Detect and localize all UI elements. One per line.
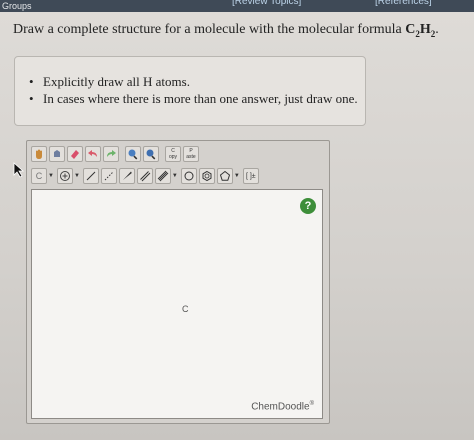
single-bond-icon	[86, 171, 96, 181]
element-dropdown-caret-icon[interactable]: ▼	[48, 173, 54, 179]
eraser-icon	[71, 150, 79, 159]
dashed-bond-icon	[104, 171, 114, 181]
toolbar-row-2: C ▼ ▼ ▼ ▼ []±	[31, 167, 261, 185]
top-navigation-bar: Groups [Review Topics] [References]	[0, 0, 474, 12]
mouse-pointer-icon	[13, 162, 25, 178]
wedge-bond-icon	[122, 171, 132, 180]
triple-bond-tool[interactable]	[154, 168, 171, 184]
review-topics-link[interactable]: [Review Topics]	[232, 0, 301, 8]
undo-icon	[88, 150, 97, 157]
wedge-bond-tool[interactable]	[118, 168, 135, 184]
dashed-bond-tool[interactable]	[100, 168, 117, 184]
lasso-icon	[54, 150, 60, 157]
drawing-canvas[interactable]: ? C ChemDoodle®	[31, 189, 323, 419]
help-icon[interactable]: ?	[300, 198, 316, 214]
instruction-item: • In cases where there is more than one a…	[29, 91, 358, 106]
benzene-icon	[202, 170, 212, 182]
charge-tool[interactable]	[56, 168, 73, 184]
zoom-out-button[interactable]	[143, 146, 159, 162]
paste-button[interactable]: P aste	[183, 146, 199, 162]
element-select[interactable]: C	[31, 168, 47, 184]
clean-button[interactable]: C opy	[165, 146, 181, 162]
chemdoodle-editor: C opy P aste C ▼ ▼ ▼ ▼ []± ? C ChemDood…	[26, 140, 330, 424]
question-prompt: Draw a complete structure for a molecule…	[13, 22, 439, 39]
benzene-ring-tool[interactable]	[198, 168, 215, 184]
instructions-box: • Explicitly draw all H atoms. • In cases …	[14, 56, 366, 126]
ring-dropdown-caret-icon[interactable]: ▼	[234, 173, 240, 179]
double-bond-tool[interactable]	[136, 168, 153, 184]
question-page: Draw a complete structure for a molecule…	[0, 12, 474, 440]
undo-button[interactable]	[85, 146, 101, 162]
toolbar-row-1: C opy P aste	[31, 145, 201, 163]
zoom-in-icon	[128, 149, 138, 160]
bond-dropdown-caret-icon[interactable]: ▼	[172, 173, 178, 179]
charge-dropdown-caret-icon[interactable]: ▼	[74, 173, 80, 179]
zoom-in-button[interactable]	[125, 146, 141, 162]
pan-hand-tool[interactable]	[31, 146, 47, 162]
pentagon-icon	[219, 170, 230, 181]
eraser-tool[interactable]	[67, 146, 83, 162]
cyclopropane-ring-tool[interactable]	[180, 168, 197, 184]
molecular-formula: C2H2	[405, 22, 436, 39]
single-bond-tool[interactable]	[82, 168, 99, 184]
carbon-atom-label[interactable]: C	[182, 304, 189, 314]
double-bond-icon	[140, 171, 151, 182]
redo-button[interactable]	[103, 146, 119, 162]
references-link[interactable]: [References]	[375, 0, 432, 8]
instruction-item: • Explicitly draw all H atoms.	[29, 74, 190, 89]
hand-icon	[36, 149, 42, 159]
groups-label: Groups	[2, 1, 32, 11]
plus-charge-icon	[59, 171, 70, 181]
ring-icon	[184, 171, 194, 181]
chemdoodle-brand: ChemDoodle®	[251, 400, 314, 412]
lasso-tool[interactable]	[49, 146, 65, 162]
zoom-out-icon	[146, 149, 156, 160]
cyclopentane-ring-tool[interactable]	[216, 168, 233, 184]
redo-icon	[107, 150, 116, 157]
question-text: Draw a complete structure for a molecule…	[13, 22, 406, 37]
brackets-tool[interactable]: [ ]±	[242, 168, 259, 184]
triple-bond-icon	[157, 170, 169, 182]
